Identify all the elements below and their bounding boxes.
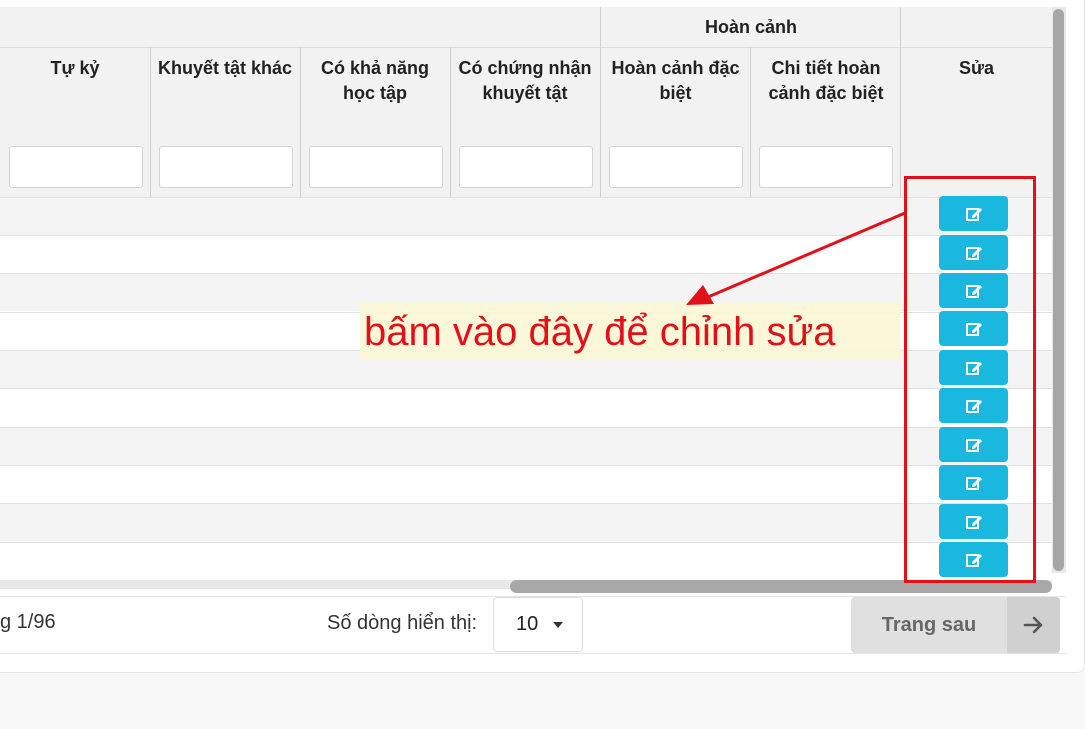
table-row (0, 388, 1052, 426)
filter-input-tu-ky[interactable] (9, 146, 143, 188)
column-header-co-chung-nhan-khuyet-tat[interactable]: Có chứng nhận khuyết tật (450, 56, 600, 136)
column-header-sua: Sửa (958, 58, 995, 78)
filter-input-co-kha-nang[interactable] (309, 146, 443, 188)
next-page-label: Trang sau (881, 613, 977, 636)
column-divider (600, 7, 601, 197)
column-divider (900, 7, 901, 197)
pagination-bar: g 1/96 Số dòng hiển thị: 10 Trang sau (0, 596, 1066, 654)
column-divider (300, 47, 301, 197)
table-row (0, 197, 1052, 235)
rows-per-page-select[interactable]: 10 (493, 597, 583, 652)
filter-input-chi-tiet[interactable] (759, 146, 893, 188)
table-group-header-row: Hoàn cảnh (0, 7, 1052, 47)
page-info: g 1/96 (0, 611, 56, 633)
annotation-callout-text: bấm vào đây để chỉnh sửa (364, 310, 836, 354)
table-row (0, 235, 1052, 273)
column-header-chi-tiet-hoan-canh[interactable]: Chi tiết hoàn cảnh đặc biệt (751, 56, 901, 136)
table-row (0, 542, 1052, 580)
annotation-highlight-box (904, 176, 1036, 583)
column-divider (150, 47, 151, 197)
table-filter-row (0, 140, 1052, 198)
column-header-khuyet-tat-khac[interactable]: Khuyết tật khác (150, 56, 300, 136)
table-row (0, 465, 1052, 503)
column-header-tu-ky[interactable]: Tự kỷ (0, 56, 150, 136)
data-table: Hoàn cảnh Tự kỷ Khuyết tật khác Có khả n… (0, 7, 1052, 589)
table-row (0, 427, 1052, 465)
column-divider (450, 47, 451, 197)
column-header-co-kha-nang-hoc-tap[interactable]: Có khả năng học tập (300, 56, 450, 136)
column-divider (750, 47, 751, 197)
column-header-hoan-canh-dac-biet[interactable]: Hoàn cảnh đặc biệt (600, 56, 751, 136)
rows-per-page-label: Số dòng hiển thị: (327, 612, 478, 634)
table-header-row: Tự kỷ Khuyết tật khác Có khả năng học tậ… (0, 47, 1052, 141)
filter-input-co-chung-nhan[interactable] (459, 146, 593, 188)
next-page-button[interactable]: Trang sau (851, 597, 1060, 653)
group-header-hoan-canh: Hoàn cảnh (704, 16, 797, 37)
arrow-right-icon[interactable] (1007, 597, 1060, 653)
rows-per-page-value: 10 (516, 613, 539, 635)
table-row (0, 503, 1052, 541)
filter-input-hoan-canh-dac-biet[interactable] (609, 146, 743, 188)
vertical-scrollbar-thumb[interactable] (1053, 9, 1064, 571)
filter-input-khuyet-tat-khac[interactable] (159, 146, 293, 188)
caret-down-icon (553, 622, 563, 628)
